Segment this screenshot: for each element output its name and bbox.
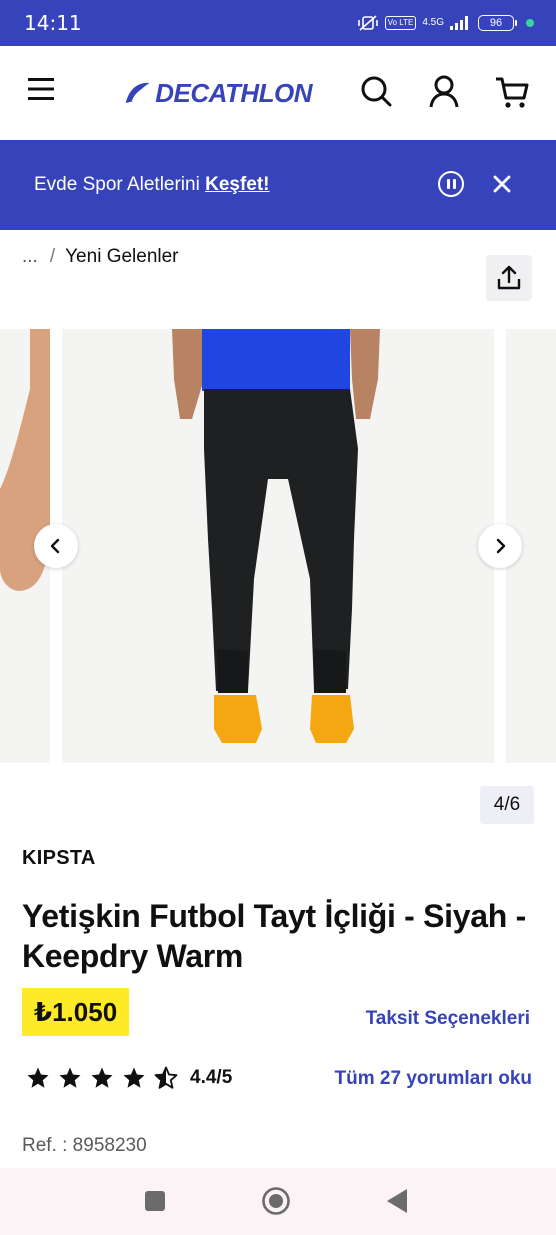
cart-button[interactable] (494, 74, 530, 110)
close-icon (493, 175, 511, 193)
breadcrumb-separator: / (49, 246, 56, 267)
pause-button[interactable] (438, 171, 464, 197)
chevron-left-icon (50, 538, 60, 554)
status-time: 14:11 (24, 11, 82, 35)
product-reference: Ref. : 8958230 (22, 1135, 147, 1156)
status-icons: Vo LTE 4.5G 96 (357, 14, 534, 32)
promo-message: Evde Spor Aletlerini (34, 174, 206, 195)
pause-icon (446, 179, 450, 189)
home-circle-icon (262, 1187, 290, 1215)
search-button[interactable] (358, 74, 394, 110)
battery-icon: 96 (478, 15, 517, 31)
recents-button[interactable] (140, 1186, 170, 1216)
product-rating[interactable]: 4.4/5 (26, 1066, 232, 1090)
back-button[interactable] (382, 1186, 412, 1216)
star-full-icon (123, 1067, 145, 1088)
menu-button[interactable] (26, 76, 62, 106)
status-bar: 14:11 Vo LTE 4.5G 96 (0, 0, 556, 46)
decathlon-logo[interactable]: DECATHLON (122, 76, 312, 110)
star-full-icon (91, 1067, 113, 1088)
gallery-prev-button[interactable] (34, 524, 78, 568)
user-icon (429, 75, 459, 108)
product-brand[interactable]: KIPSTA (22, 847, 96, 870)
reviews-link[interactable]: Tüm 27 yorumları oku (335, 1068, 532, 1090)
mute-vibrate-icon (357, 14, 379, 32)
network-type: 4.5G (422, 17, 444, 28)
promo-text: Evde Spor Aletlerini Keşfet! (34, 174, 270, 196)
pause-icon-bar (452, 179, 456, 189)
product-price: ₺1.050 (22, 988, 130, 1036)
menu-icon (28, 78, 54, 100)
close-banner-button[interactable] (490, 172, 514, 196)
breadcrumb-ellipsis[interactable]: ... (22, 246, 38, 268)
share-button[interactable] (486, 255, 532, 301)
gallery-main-image[interactable] (62, 329, 494, 763)
product-title: Yetişkin Futbol Tayt İçliği - Siyah - Ke… (22, 898, 526, 974)
rating-value: 4.4/5 (190, 1067, 233, 1088)
share-icon (497, 265, 521, 290)
star-full-icon (59, 1067, 81, 1088)
cart-icon (496, 77, 529, 108)
chevron-right-icon (496, 538, 506, 554)
logo-text: DECATHLON (155, 77, 312, 108)
site-header: DECATHLON (0, 46, 556, 140)
decathlon-swoosh-icon (125, 82, 150, 104)
product-gallery[interactable] (0, 329, 556, 763)
system-nav-bar (0, 1168, 556, 1235)
breadcrumb: ... / Yeni Gelenler (22, 246, 179, 268)
star-half-icon (154, 1066, 178, 1089)
signal-icon (450, 16, 472, 30)
volte-badge: Vo LTE (384, 16, 417, 30)
installments-link[interactable]: Taksit Seçenekleri (366, 1008, 530, 1030)
square-icon (145, 1191, 165, 1211)
gallery-counter: 4/6 (480, 786, 534, 824)
gallery-next-button[interactable] (478, 524, 522, 568)
product-photo (62, 329, 494, 763)
notification-dot (526, 19, 534, 27)
home-button[interactable] (261, 1186, 291, 1216)
back-triangle-icon (387, 1189, 407, 1213)
breadcrumb-current[interactable]: Yeni Gelenler (65, 246, 178, 268)
search-icon (361, 76, 392, 107)
promo-link[interactable]: Keşfet! (205, 174, 269, 195)
promo-banner: Evde Spor Aletlerini Keşfet! (0, 140, 556, 230)
account-button[interactable] (426, 74, 462, 110)
star-full-icon (27, 1067, 49, 1088)
